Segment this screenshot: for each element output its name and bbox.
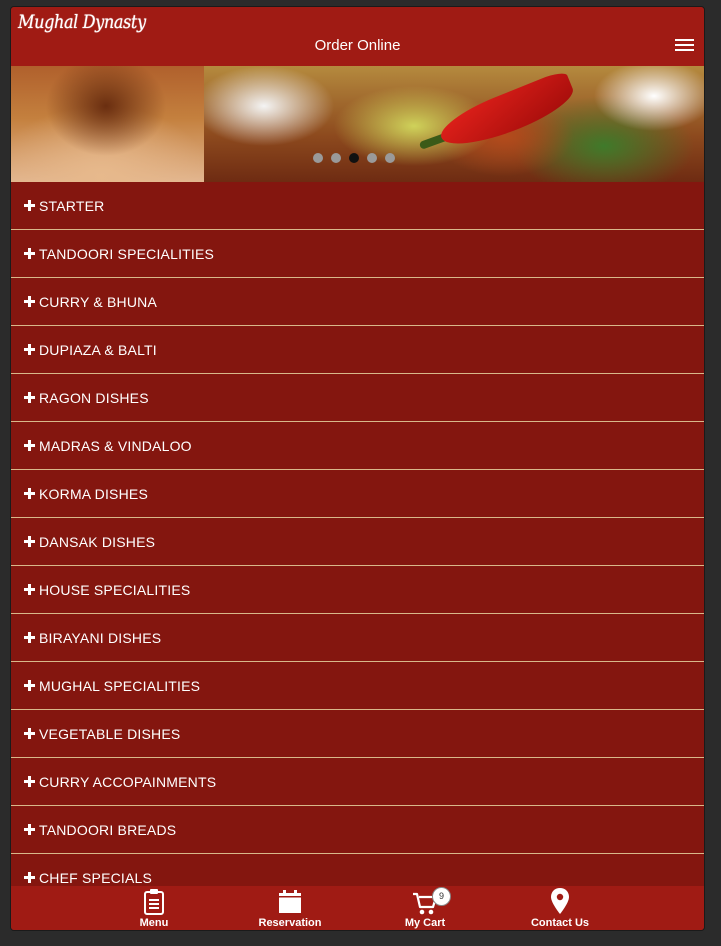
menu-category-label: RAGON DISHES xyxy=(39,389,149,406)
plus-icon xyxy=(24,728,35,739)
tab-reservation-label: Reservation xyxy=(258,917,322,929)
chili-decoration xyxy=(434,69,580,157)
plus-icon xyxy=(24,392,35,403)
menu-category-label: VEGETABLE DISHES xyxy=(39,725,181,742)
menu-category-label: DANSAK DISHES xyxy=(39,533,156,550)
menu-category-row[interactable]: DANSAK DISHES xyxy=(11,518,704,566)
hero-carousel[interactable] xyxy=(11,66,704,182)
plus-icon xyxy=(24,680,35,691)
tab-menu-label: Menu xyxy=(139,917,169,929)
menu-category-label: HOUSE SPECIALITIES xyxy=(39,581,191,598)
plus-icon xyxy=(24,584,35,595)
menu-category-row[interactable]: KORMA DISHES xyxy=(11,470,704,518)
menu-category-label: CURRY ACCOPAINMENTS xyxy=(39,773,217,790)
menu-category-label: BIRAYANI DISHES xyxy=(39,629,162,646)
menu-category-label: STARTER xyxy=(39,197,105,214)
menu-category-row[interactable]: HOUSE SPECIALITIES xyxy=(11,566,704,614)
plus-icon xyxy=(24,296,35,307)
menu-category-row[interactable]: DUPIAZA & BALTI xyxy=(11,326,704,374)
menu-category-row[interactable]: MUGHAL SPECIALITIES xyxy=(11,662,704,710)
carousel-dot[interactable] xyxy=(385,153,395,163)
menu-category-row[interactable]: TANDOORI BREADS xyxy=(11,806,704,854)
plus-icon xyxy=(24,872,35,883)
menu-category-label: TANDOORI SPECIALITIES xyxy=(39,245,215,262)
plus-icon xyxy=(24,776,35,787)
menu-category-row[interactable]: TANDOORI SPECIALITIES xyxy=(11,230,704,278)
plus-icon xyxy=(24,488,35,499)
menu-category-row[interactable]: MADRAS & VINDALOO xyxy=(11,422,704,470)
plus-icon xyxy=(24,440,35,451)
plus-icon xyxy=(24,248,35,259)
menu-category-label: MADRAS & VINDALOO xyxy=(39,437,192,454)
tab-contact-label: Contact Us xyxy=(530,917,590,929)
plus-icon xyxy=(24,344,35,355)
carousel-dot[interactable] xyxy=(367,153,377,163)
tab-cart[interactable]: 9 My Cart xyxy=(370,886,480,930)
tab-cart-label: My Cart xyxy=(404,917,446,929)
carousel-image-previous xyxy=(11,66,204,182)
logo[interactable]: Mughal Dynasty xyxy=(18,11,146,33)
tab-menu[interactable]: Menu xyxy=(99,886,209,930)
tab-contact[interactable]: Contact Us xyxy=(505,886,615,930)
menu-category-row[interactable]: VEGETABLE DISHES xyxy=(11,710,704,758)
menu-category-row[interactable]: CURRY & BHUNA xyxy=(11,278,704,326)
app-frame: Mughal Dynasty Order Online STARTER TANDO… xyxy=(11,7,704,930)
carousel-dot[interactable] xyxy=(331,153,341,163)
plus-icon xyxy=(24,632,35,643)
menu-category-label: DUPIAZA & BALTI xyxy=(39,341,157,358)
plus-icon xyxy=(24,824,35,835)
menu-category-row[interactable]: RAGON DISHES xyxy=(11,374,704,422)
app-header: Mughal Dynasty Order Online xyxy=(11,7,704,66)
menu-category-label: KORMA DISHES xyxy=(39,485,148,502)
plus-icon xyxy=(24,200,35,211)
cart-count-badge: 9 xyxy=(432,887,451,906)
carousel-image-current xyxy=(204,66,704,182)
carousel-indicators xyxy=(313,153,403,163)
menu-category-list: STARTER TANDOORI SPECIALITIES CURRY & BHUN… xyxy=(11,182,704,902)
map-pin-icon xyxy=(551,888,569,914)
plus-icon xyxy=(24,536,35,547)
tab-reservation[interactable]: Reservation xyxy=(235,886,345,930)
menu-category-label: CURRY & BHUNA xyxy=(39,293,157,310)
carousel-dot[interactable] xyxy=(313,153,323,163)
page-title: Order Online xyxy=(314,37,401,54)
clipboard-icon xyxy=(144,889,164,915)
carousel-dot[interactable] xyxy=(349,153,359,163)
menu-category-label: TANDOORI BREADS xyxy=(39,821,177,838)
menu-category-row[interactable]: STARTER xyxy=(11,182,704,230)
menu-category-row[interactable]: BIRAYANI DISHES xyxy=(11,614,704,662)
menu-category-row[interactable]: CURRY ACCOPAINMENTS xyxy=(11,758,704,806)
calendar-icon xyxy=(279,890,301,913)
menu-category-label: MUGHAL SPECIALITIES xyxy=(39,677,201,694)
hamburger-menu-icon[interactable] xyxy=(675,39,694,52)
menu-category-label: CHEF SPECIALS xyxy=(39,869,153,886)
bottom-navigation: Menu Reservation 9 My Cart Contact Us xyxy=(11,886,704,930)
